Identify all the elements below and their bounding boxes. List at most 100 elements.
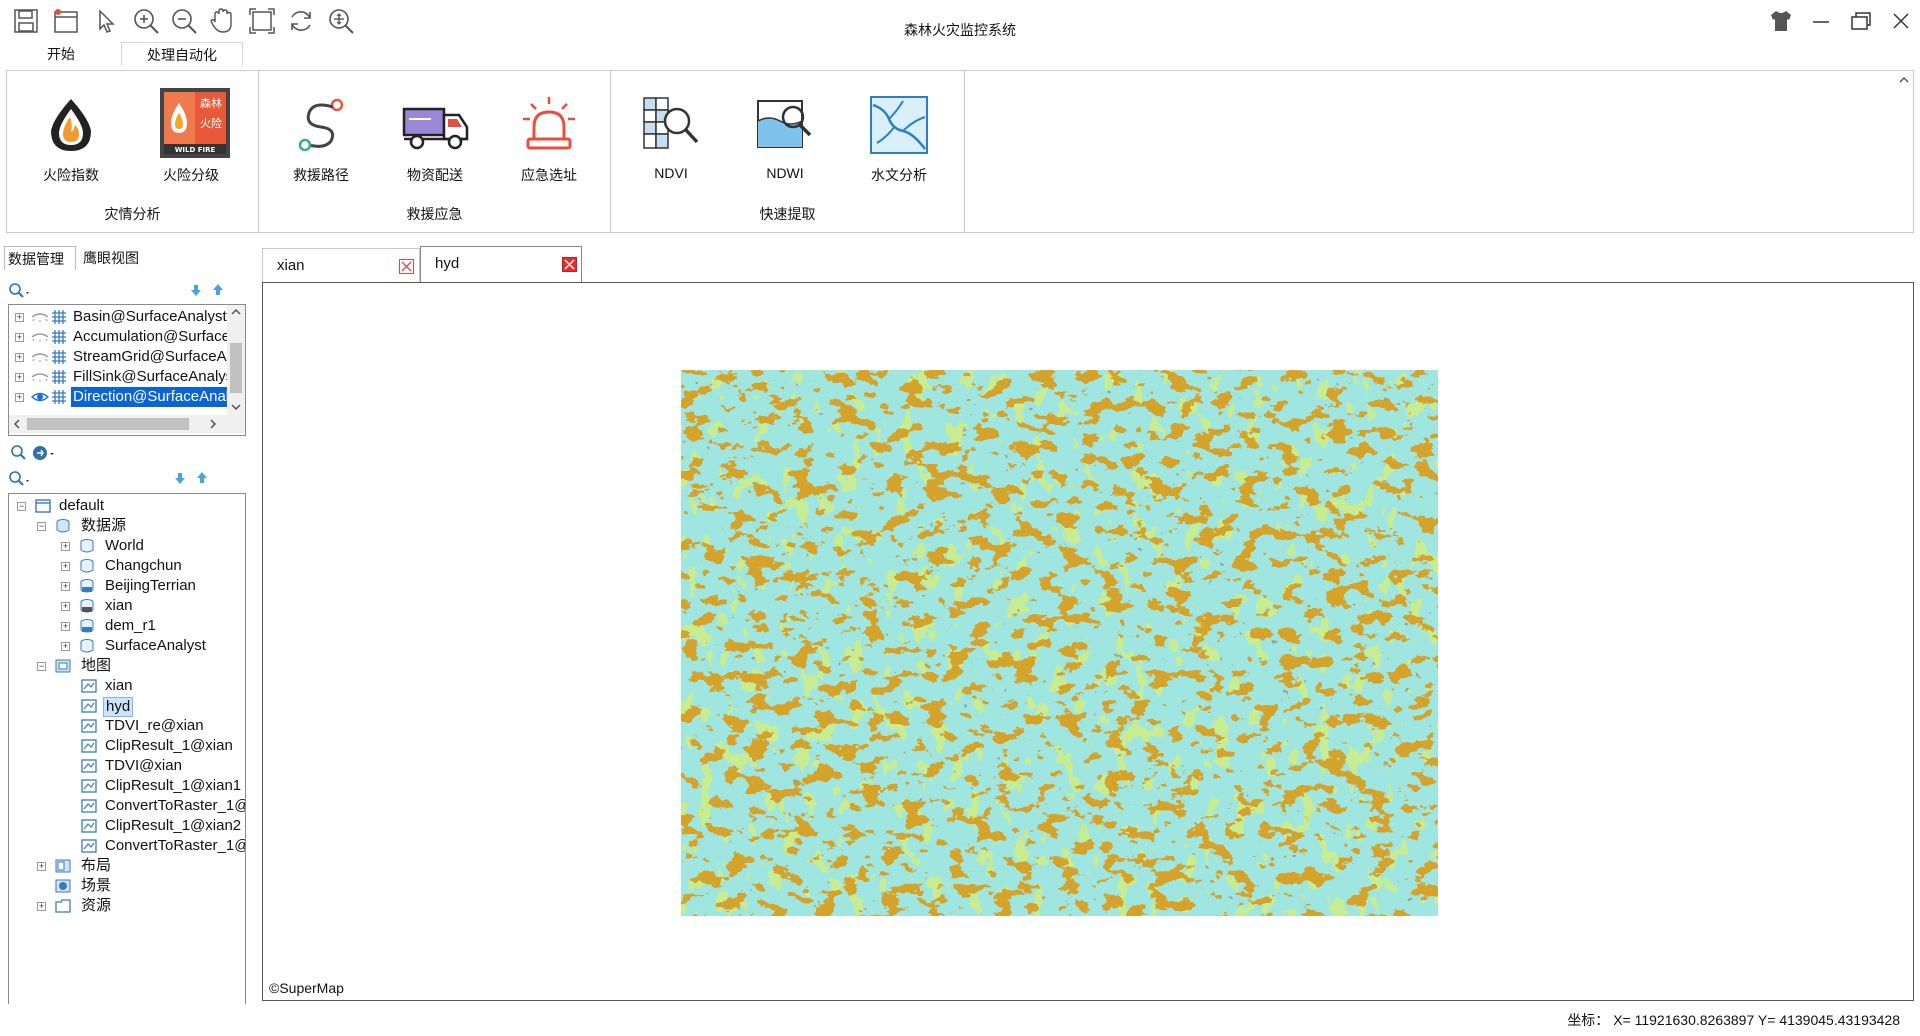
- hidden-eye-icon[interactable]: [31, 309, 49, 325]
- raster-grid-icon: [52, 370, 66, 384]
- tree-node-resources[interactable]: + 资源: [9, 896, 245, 916]
- move-down-icon[interactable]: [188, 282, 204, 298]
- tree-node-map[interactable]: ClipResult_1@xian1: [9, 776, 245, 796]
- find-icon[interactable]: [10, 444, 28, 462]
- collapse-icon[interactable]: −: [37, 662, 46, 671]
- scroll-right-icon[interactable]: [209, 419, 217, 429]
- wild-fire-icon: 森林 火险 WILD FIRE: [159, 87, 231, 159]
- layer-row[interactable]: + FillSink@SurfaceAnalyst: [9, 367, 237, 387]
- close-icon[interactable]: [1884, 6, 1918, 36]
- doc-tab-xian[interactable]: xian: [262, 248, 420, 282]
- tree-node-map[interactable]: TDVI_re@xian: [9, 716, 245, 736]
- expand-icon[interactable]: +: [61, 582, 70, 591]
- visible-eye-icon[interactable]: [31, 389, 49, 405]
- fire-level-button[interactable]: 森林 火险 WILD FIRE 火险分级: [143, 88, 239, 193]
- tree-label: xian: [105, 677, 133, 694]
- tree-label: TDVI_re@xian: [105, 717, 204, 734]
- layer-row[interactable]: + Accumulation@SurfaceAnalyst: [9, 327, 245, 347]
- ndvi-button[interactable]: NDVI: [623, 93, 719, 193]
- layer-row[interactable]: + Basin@SurfaceAnalyst: [9, 307, 229, 327]
- tree-node-datasource[interactable]: + dem_r1: [9, 616, 245, 636]
- scroll-down-icon[interactable]: [231, 403, 241, 411]
- expand-icon[interactable]: +: [61, 602, 70, 611]
- expand-icon[interactable]: +: [15, 373, 24, 382]
- collapse-icon[interactable]: −: [17, 502, 26, 511]
- layer-search-icon[interactable]: [8, 282, 32, 300]
- tree-node-maps[interactable]: − 地图: [9, 656, 245, 676]
- ndwi-button[interactable]: NDWI: [737, 93, 833, 193]
- hidden-eye-icon[interactable]: [31, 369, 49, 385]
- workspace-search-icon[interactable]: [8, 470, 32, 488]
- navigate-icon[interactable]: [32, 444, 58, 462]
- tree-node-map[interactable]: ConvertToRaster_1@xian1: [9, 836, 245, 856]
- collapse-icon[interactable]: −: [37, 522, 46, 531]
- tab-overview[interactable]: 鹰眼视图: [80, 246, 148, 270]
- tree-label: 数据源: [81, 517, 127, 534]
- tree-node-datasource[interactable]: + World: [9, 536, 245, 556]
- tab-start[interactable]: 开始: [18, 42, 104, 66]
- close-tab-icon[interactable]: [399, 259, 414, 274]
- tree-node-map[interactable]: xian: [9, 676, 245, 696]
- minimize-icon[interactable]: [1804, 6, 1838, 36]
- expand-icon[interactable]: +: [61, 622, 70, 631]
- ribbon-collapse-icon[interactable]: [1897, 73, 1911, 87]
- layer-row[interactable]: + StreamGrid@SurfaceAnalyst: [9, 347, 245, 367]
- tree-node-map[interactable]: TDVI@xian: [9, 756, 245, 776]
- tree-node-map[interactable]: ClipResult_1@xian2: [9, 816, 245, 836]
- move-up-icon[interactable]: [194, 470, 210, 486]
- tree-node-scenes[interactable]: 场景: [9, 876, 245, 896]
- route-path-icon: [291, 93, 351, 157]
- truck-icon: [401, 93, 471, 157]
- tree-node-map[interactable]: ConvertToRaster_1@xian: [9, 796, 245, 816]
- tree-node-datasource[interactable]: + BeijingTerrian: [9, 576, 245, 596]
- hidden-eye-icon[interactable]: [31, 329, 49, 345]
- map-view[interactable]: ©SuperMap: [262, 282, 1914, 1001]
- move-down-icon[interactable]: [172, 470, 188, 486]
- rescue-route-button[interactable]: 救援路径: [273, 93, 369, 193]
- expand-icon[interactable]: +: [15, 353, 24, 362]
- raster-map-image[interactable]: [681, 370, 1438, 916]
- scroll-thumb[interactable]: [230, 343, 242, 393]
- layer-vscroll[interactable]: [227, 305, 245, 415]
- expand-icon[interactable]: +: [61, 642, 70, 651]
- doc-tab-hyd[interactable]: hyd: [420, 246, 582, 282]
- emergency-site-button[interactable]: 应急选址: [501, 93, 597, 193]
- restore-icon[interactable]: [1844, 6, 1878, 36]
- expand-icon[interactable]: +: [37, 862, 46, 871]
- layer-row-selected[interactable]: + Direction@SurfaceAnalyst: [9, 387, 233, 407]
- expand-icon[interactable]: +: [61, 542, 70, 551]
- scroll-up-icon[interactable]: [231, 308, 241, 316]
- expand-icon[interactable]: +: [15, 393, 24, 402]
- group-quick-extract: NDVI NDWI 水文分析 快速提取: [611, 71, 965, 232]
- supply-delivery-button[interactable]: 物资配送: [387, 93, 483, 193]
- scroll-thumb[interactable]: [27, 418, 189, 430]
- tree-label: hyd: [103, 697, 134, 717]
- close-tab-icon[interactable]: [562, 257, 577, 272]
- scroll-left-icon[interactable]: [13, 419, 21, 429]
- image-datasource-icon: [80, 619, 94, 633]
- move-up-icon[interactable]: [210, 282, 226, 298]
- expand-icon[interactable]: +: [15, 313, 24, 322]
- expand-icon[interactable]: +: [37, 902, 46, 911]
- layer-hscroll[interactable]: [9, 415, 245, 433]
- tab-automation[interactable]: 处理自动化: [121, 42, 243, 66]
- skin-shirt-icon[interactable]: [1764, 6, 1798, 36]
- tree-node-datasource[interactable]: + Changchun: [9, 556, 245, 576]
- tree-node-datasource[interactable]: + SurfaceAnalyst: [9, 636, 245, 656]
- tree-node-map[interactable]: ClipResult_1@xian: [9, 736, 245, 756]
- expand-icon[interactable]: +: [15, 333, 24, 342]
- fire-index-button[interactable]: 火险指数: [23, 93, 119, 193]
- tab-data-manager[interactable]: 数据管理: [4, 246, 76, 270]
- tree-node-map-selected[interactable]: hyd: [9, 696, 245, 717]
- tree-node-datasources[interactable]: − 数据源: [9, 516, 245, 536]
- hydrology-button[interactable]: 水文分析: [851, 93, 947, 193]
- expand-icon[interactable]: +: [61, 562, 70, 571]
- layer-toolbar: [8, 280, 246, 302]
- tree-label: World: [105, 537, 144, 554]
- tree-node-root[interactable]: − default: [9, 496, 245, 516]
- group-label-disaster: 灾情分析: [104, 206, 161, 222]
- hidden-eye-icon[interactable]: [31, 349, 49, 365]
- tree-node-layouts[interactable]: + 布局: [9, 856, 245, 876]
- supply-delivery-label: 物资配送: [407, 167, 463, 183]
- tree-node-datasource[interactable]: + xian: [9, 596, 245, 616]
